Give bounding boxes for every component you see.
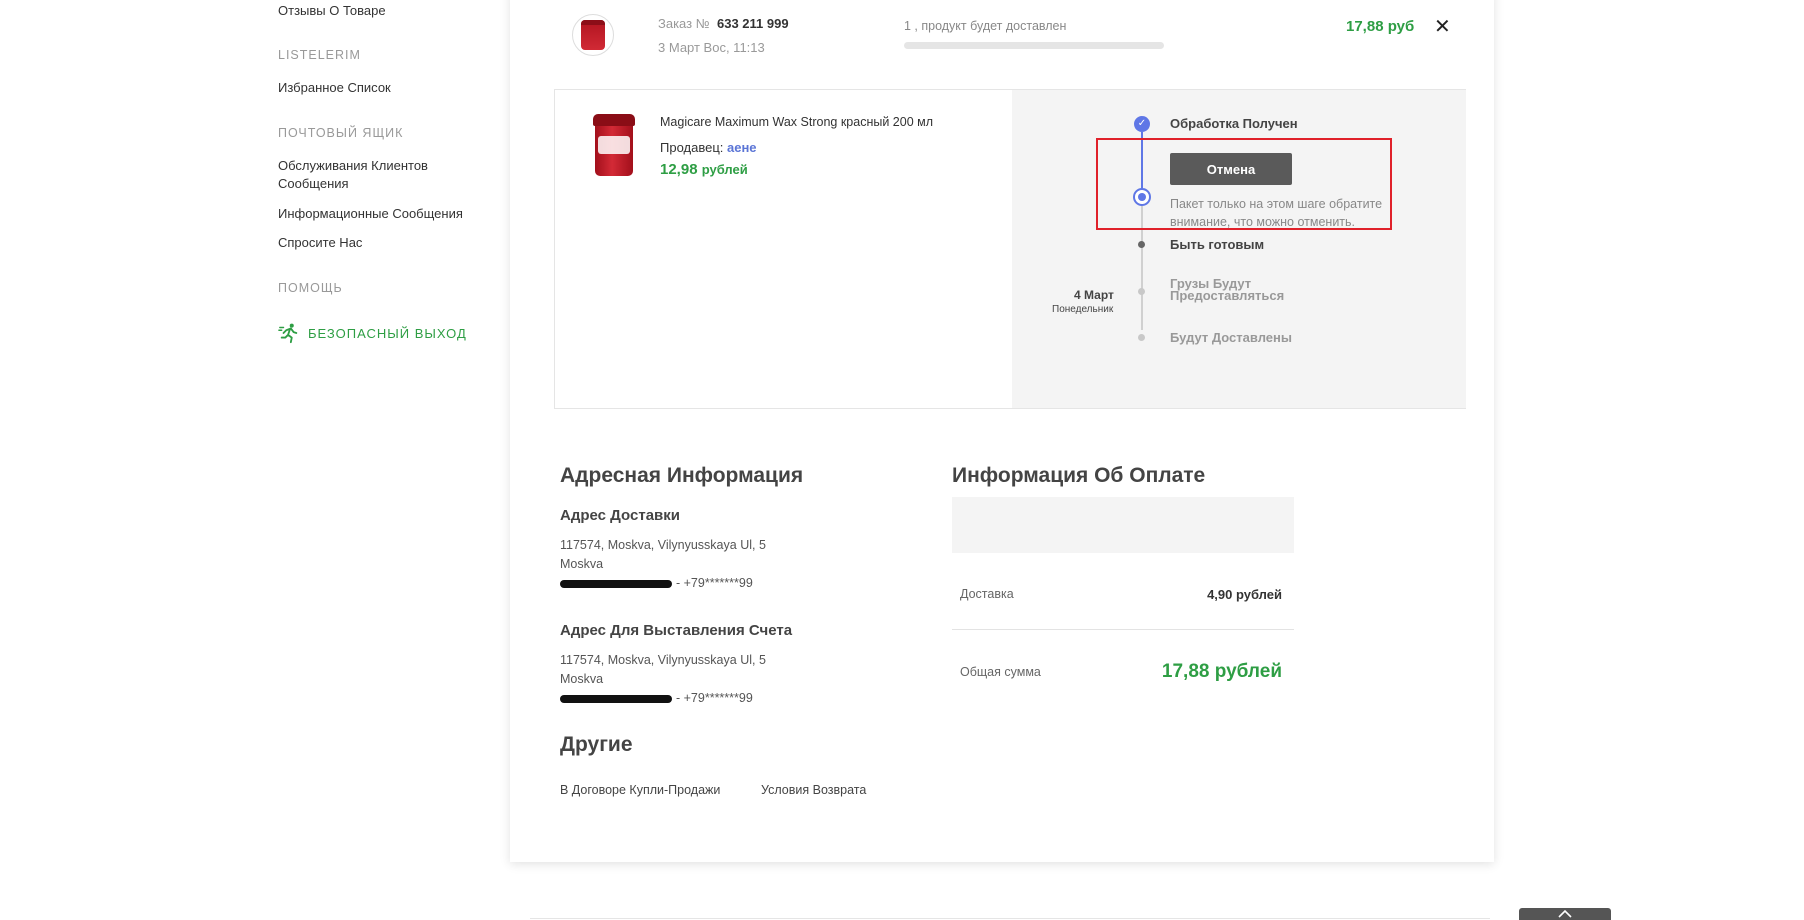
page-divider [530, 918, 1490, 919]
sidebar-item-customer-service[interactable]: Обслуживания Клиентов Сообщения [278, 157, 428, 193]
step-handover-label: Грузы Будут Предоставляться [1170, 277, 1285, 303]
product-price-value: 12,98 [660, 161, 698, 178]
step-handover-line2: Предоставляться [1170, 288, 1285, 303]
eta-day: Понедельник [1052, 304, 1114, 315]
payment-method-box [952, 497, 1294, 553]
sales-contract-link[interactable]: В Договоре Купли-Продажи [560, 783, 720, 797]
sidebar-heading-help[interactable]: ПОМОЩЬ [278, 281, 343, 295]
sidebar-item-favorites[interactable]: Избранное Список [278, 79, 391, 97]
step-ready-dot [1138, 241, 1145, 248]
grand-total-label: Общая сумма [960, 665, 1041, 679]
scroll-to-top-button[interactable] [1519, 908, 1611, 920]
step-received-label: Обработка Получен [1170, 116, 1298, 131]
seller-label: Продавец: [660, 140, 724, 155]
shipping-address-title: Адрес Доставки [560, 507, 680, 524]
delivery-status-text: 1 , продукт будет доставлен [904, 19, 1067, 33]
step-current-dot [1133, 188, 1151, 206]
wax-jar-lid [593, 114, 635, 126]
sidebar-item-customer-service-line1: Обслуживания Клиентов [278, 158, 428, 173]
product-info: Magicare Maximum Wax Strong красный 200 … [555, 90, 1012, 408]
redacted-name [560, 694, 672, 703]
close-icon[interactable]: ✕ [1434, 17, 1451, 37]
product-name-link[interactable]: Magicare Maximum Wax Strong красный 200 … [660, 115, 933, 129]
timeline-line-done [1141, 132, 1143, 190]
payment-divider [952, 629, 1294, 630]
order-date: 3 Март Вос, 11:13 [658, 40, 765, 55]
return-policy-link[interactable]: Условия Возврата [761, 783, 866, 797]
other-section-title: Другие [560, 733, 633, 756]
wax-jar-image [581, 20, 605, 50]
payment-section-title: Информация Об Оплате [952, 464, 1206, 487]
billing-phone: - +79*******99 [676, 691, 753, 705]
order-item-panel: Magicare Maximum Wax Strong красный 200 … [554, 89, 1466, 409]
step-delivered-dot [1138, 334, 1145, 341]
order-detail-card: Заказ № 633 211 999 3 Март Вос, 11:13 1 … [510, 0, 1494, 862]
timeline-line-pending [1141, 206, 1143, 330]
grand-total-value: 17,88 рублей [1161, 661, 1282, 682]
shipping-address-line2: Moskva [560, 557, 604, 571]
shipping-address-line1: 117574, Moskva, Vilynyusskaya Ul, 5 [560, 538, 766, 552]
check-circle-icon: ✓ [1134, 116, 1150, 132]
logout-label: БЕЗОПАСНЫЙ ВЫХОД [308, 325, 467, 341]
shipping-cost-value: 4,90 рублей [1207, 587, 1282, 602]
seller-name-link[interactable]: аене [727, 140, 757, 155]
shipping-address: 117574, Moskva, Vilynyusskaya Ul, 5 Mosk… [560, 536, 766, 593]
order-number: 633 211 999 [717, 16, 789, 31]
order-status-timeline: ✓ Обработка Получен Отмена Пакет только … [1012, 90, 1466, 408]
chevron-up-icon [1558, 909, 1572, 918]
step-handover-dot [1138, 288, 1145, 295]
billing-address-title: Адрес Для Выставления Счета [560, 622, 793, 639]
product-price: 12,98 рублей [660, 161, 748, 178]
billing-address-line1: 117574, Moskva, Vilynyusskaya Ul, 5 [560, 653, 766, 667]
logout-link[interactable]: БЕЗОПАСНЫЙ ВЫХОД [278, 322, 467, 344]
shipping-cost-label: Доставка [960, 587, 1014, 601]
step-delivered-label: Будут Доставлены [1170, 330, 1292, 345]
sidebar-heading-mailbox: ПОЧТОВЫЙ ЯЩИК [278, 126, 404, 140]
sidebar-item-customer-service-line2: Сообщения [278, 176, 349, 191]
step-ready-label: Быть готовым [1170, 237, 1265, 252]
order-total-price: 17,88 руб [1346, 18, 1415, 35]
order-number-label: Заказ № [658, 16, 710, 31]
product-image[interactable] [593, 114, 635, 178]
sidebar-item-product-reviews[interactable]: Отзывы О Товаре [278, 2, 386, 20]
cancel-order-button[interactable]: Отмена [1170, 153, 1292, 185]
delivery-progress-bar [904, 42, 1164, 49]
billing-address-line2: Moskva [560, 672, 604, 686]
redacted-name [560, 579, 672, 588]
running-exit-icon [278, 323, 298, 344]
product-price-unit: рублей [701, 162, 748, 177]
cancel-note: Пакет только на этом шаге обратите внима… [1170, 197, 1383, 229]
eta-date: 4 Март [1074, 288, 1114, 302]
order-product-thumbnail [572, 14, 614, 56]
shipping-phone: - +79*******99 [676, 576, 753, 590]
sidebar-heading-lists: LISTELERIM [278, 48, 361, 62]
sidebar-item-info-messages[interactable]: Информационные Сообщения [278, 205, 463, 223]
wax-jar-label [598, 136, 630, 154]
order-header: Заказ № 633 211 999 3 Март Вос, 11:13 1 … [510, 0, 1494, 80]
sidebar-item-ask-us[interactable]: Спросите Нас [278, 234, 362, 252]
address-section-title: Адресная Информация [560, 464, 804, 487]
billing-address: 117574, Moskva, Vilynyusskaya Ul, 5 Mosk… [560, 651, 766, 708]
